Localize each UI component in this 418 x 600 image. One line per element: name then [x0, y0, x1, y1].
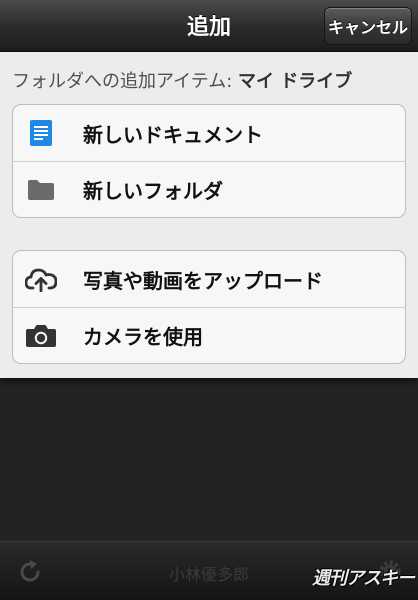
new-folder-label: 新しいフォルダ [83, 179, 223, 203]
navigation-bar: 追加 キャンセル [0, 0, 418, 52]
use-camera-label: カメラを使用 [83, 325, 203, 349]
bottom-toolbar: 小林優多郎 週刊アスキー [0, 541, 418, 600]
new-document-item[interactable]: 新しいドキュメント [13, 105, 405, 161]
watermark: 週刊アスキー [312, 568, 415, 589]
upload-group: 写真や動画をアップロード カメラを使用 [12, 250, 406, 364]
document-icon [25, 117, 57, 149]
upload-media-label: 写真や動画をアップロード [83, 268, 323, 293]
create-group: 新しいドキュメント 新しいフォルダ [12, 104, 406, 218]
add-sheet: フォルダへの追加アイテム: マイ ドライブ 新しいドキュメント 新しいフォルダ [0, 52, 418, 378]
new-document-label: 新しいドキュメント [83, 122, 263, 147]
cancel-button[interactable]: キャンセル [324, 7, 412, 45]
new-folder-item[interactable]: 新しいフォルダ [13, 161, 405, 217]
destination-label: フォルダへの追加アイテム: マイ ドライブ [12, 67, 412, 93]
camera-icon [25, 320, 57, 352]
use-camera-item[interactable]: カメラを使用 [13, 307, 405, 363]
destination-prefix: フォルダへの追加アイテム: [12, 71, 238, 92]
upload-media-item[interactable]: 写真や動画をアップロード [13, 251, 405, 307]
folder-icon [25, 174, 57, 206]
cloud-upload-icon [25, 263, 57, 295]
destination-folder: マイ ドライブ [238, 71, 353, 92]
